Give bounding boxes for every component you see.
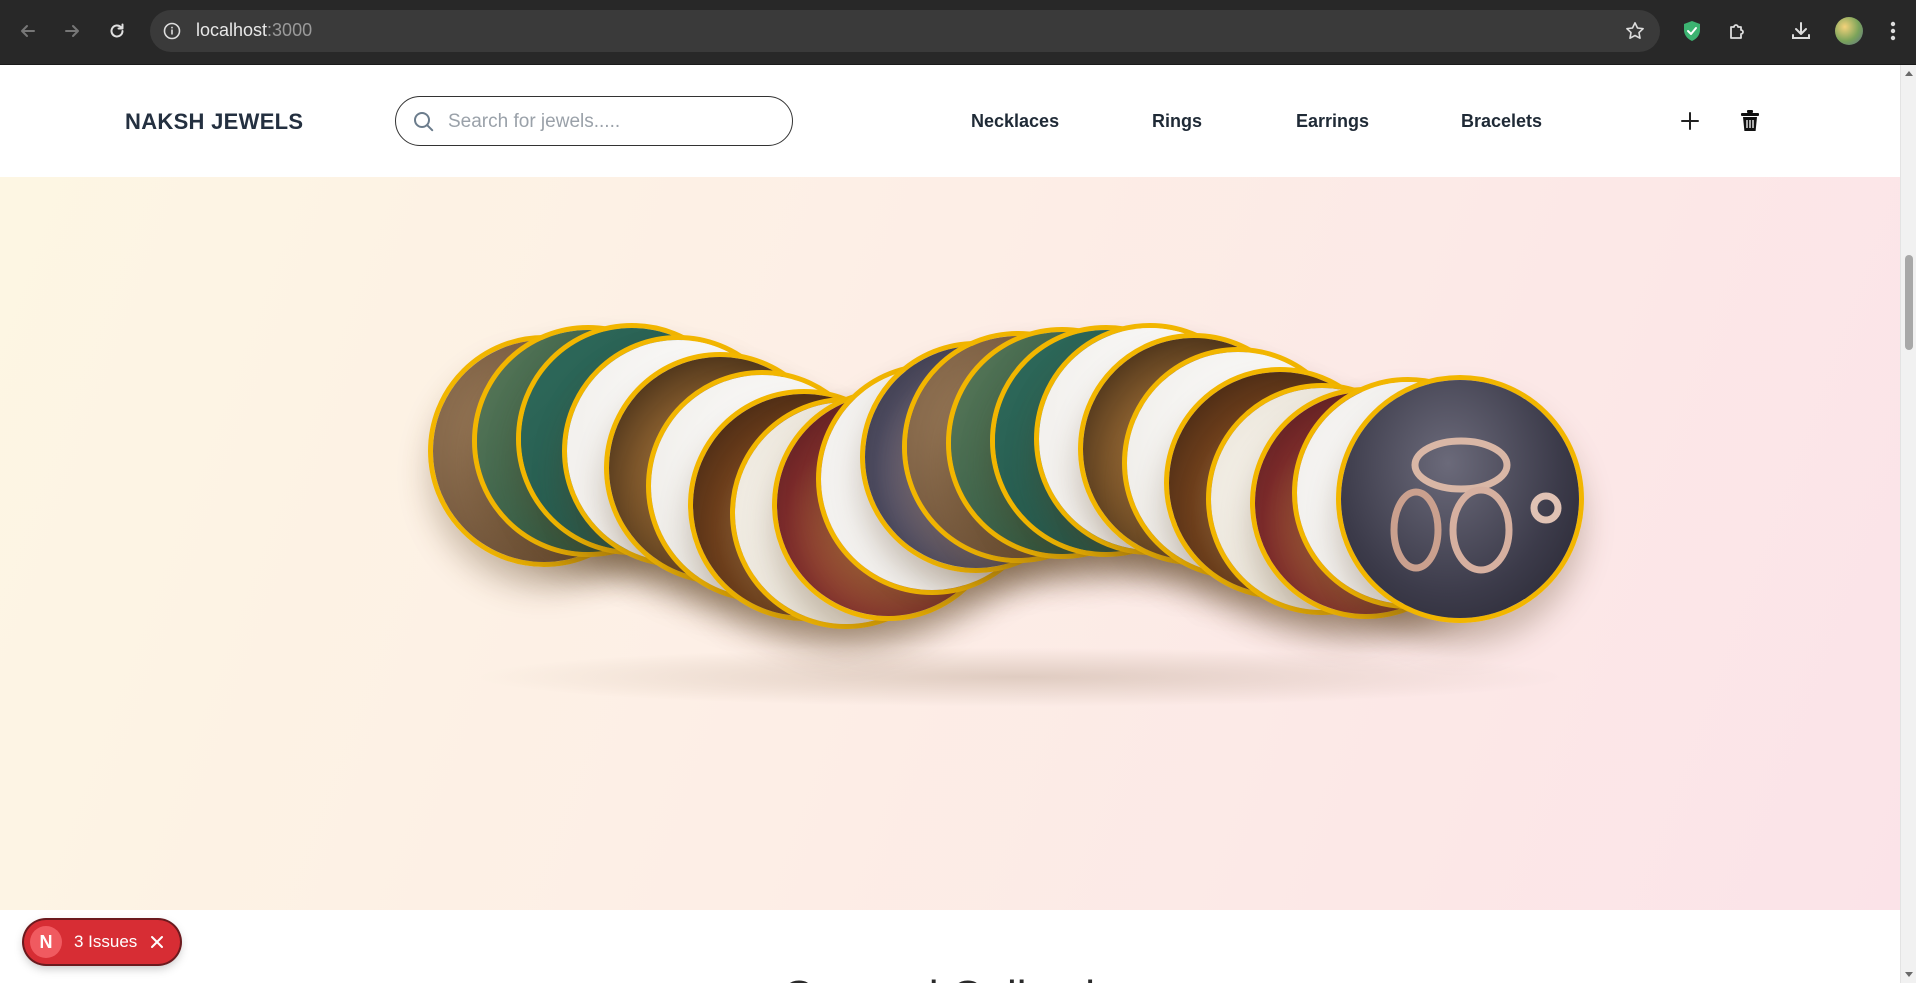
more-menu-icon[interactable]: [1880, 18, 1906, 44]
ring-shape: [1449, 486, 1513, 574]
site-info-icon[interactable]: [162, 21, 182, 41]
url-text: localhost:3000: [196, 20, 312, 41]
ring-shape: [1390, 488, 1442, 572]
search-box[interactable]: [395, 96, 793, 146]
browser-toolbar: localhost:3000: [0, 0, 1916, 65]
ring-shape: [1411, 437, 1511, 493]
nav-bracelets[interactable]: Bracelets: [1461, 111, 1542, 132]
brand-logo[interactable]: NAKSH JEWELS: [125, 109, 303, 135]
trash-icon[interactable]: [1737, 108, 1763, 134]
download-icon[interactable]: [1788, 18, 1814, 44]
hero-banner: [0, 177, 1900, 910]
scroll-up-icon[interactable]: [1905, 71, 1913, 76]
url-host: localhost: [196, 20, 268, 40]
scrollbar-thumb[interactable]: [1905, 255, 1913, 350]
address-bar[interactable]: localhost:3000: [150, 10, 1660, 52]
ring-illustration: [1390, 437, 1562, 574]
extensions-puzzle-icon[interactable]: [1725, 18, 1751, 44]
search-icon: [412, 110, 436, 134]
dev-issues-badge[interactable]: N 3 Issues: [24, 920, 180, 964]
section-title: Curated Collection: [782, 972, 1144, 983]
nav-necklaces[interactable]: Necklaces: [971, 111, 1059, 132]
reload-icon[interactable]: [103, 17, 131, 45]
nav-rings[interactable]: Rings: [1152, 111, 1202, 132]
bookmark-star-icon[interactable]: [1624, 20, 1646, 42]
ring-shape: [1530, 492, 1562, 524]
nextjs-logo-icon: N: [30, 926, 62, 958]
scroll-down-icon[interactable]: [1905, 972, 1913, 977]
search-input[interactable]: [446, 107, 770, 137]
jewel-disc[interactable]: [1336, 375, 1584, 623]
curated-section: Curated Collection: [0, 910, 1900, 983]
carousel-shadow: [470, 647, 1570, 707]
url-port: :3000: [267, 20, 313, 40]
nav-earrings[interactable]: Earrings: [1296, 111, 1369, 132]
site-header: NAKSH JEWELS Necklaces Rings Earrings Br…: [0, 65, 1900, 177]
issues-label: 3 Issues: [74, 932, 138, 951]
page-scrollbar[interactable]: [1900, 65, 1916, 983]
profile-avatar[interactable]: [1835, 17, 1863, 45]
page-viewport: NAKSH JEWELS Necklaces Rings Earrings Br…: [0, 65, 1900, 983]
back-icon[interactable]: [14, 17, 42, 45]
shield-extension-icon[interactable]: [1679, 18, 1705, 44]
close-icon[interactable]: [147, 932, 167, 952]
forward-icon[interactable]: [58, 17, 86, 45]
add-icon[interactable]: [1677, 108, 1703, 134]
